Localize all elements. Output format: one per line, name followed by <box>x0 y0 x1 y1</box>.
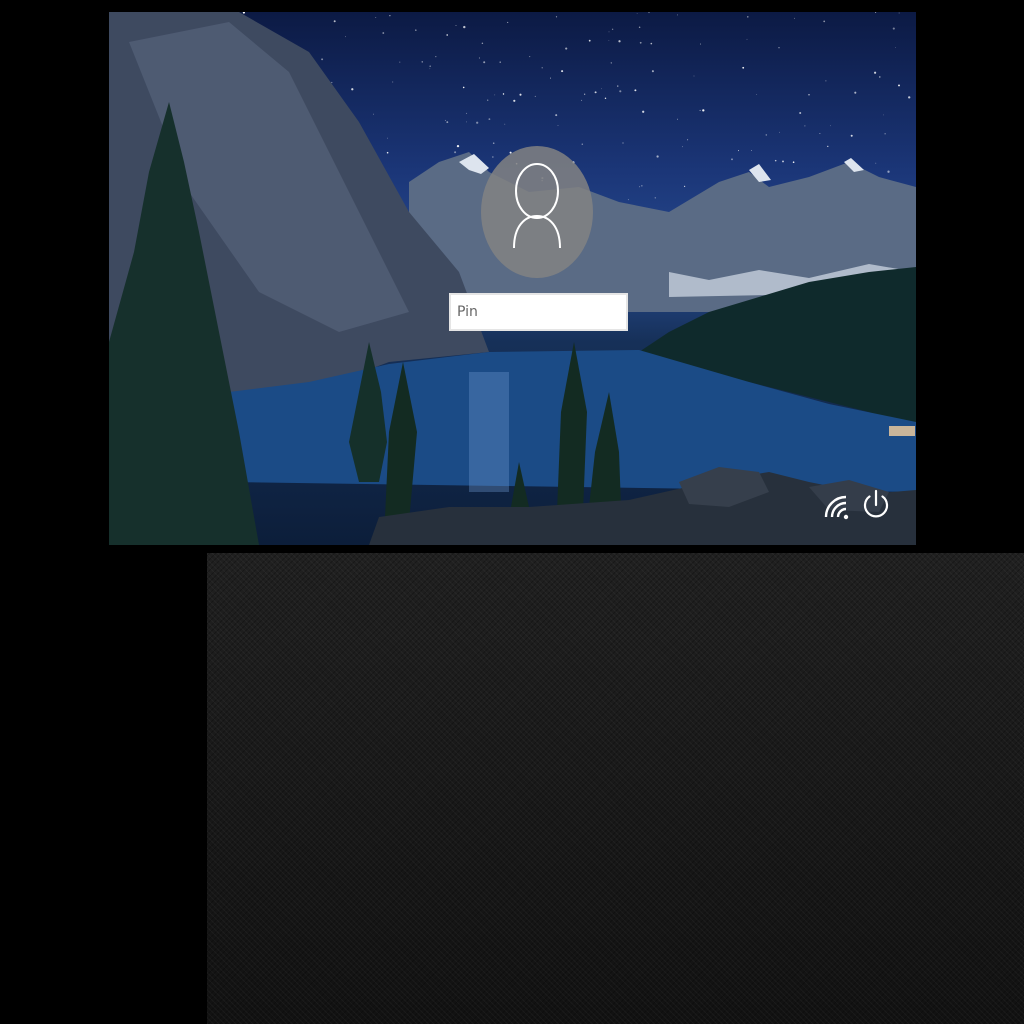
dark-panel <box>207 553 1024 1024</box>
mountain-lake-wallpaper <box>109 12 916 545</box>
pin-input[interactable] <box>449 293 628 331</box>
lock-screen <box>109 12 916 545</box>
power-button[interactable] <box>860 486 892 522</box>
user-avatar <box>481 146 593 278</box>
network-icon <box>824 495 849 520</box>
power-icon <box>863 489 889 518</box>
user-avatar-icon <box>513 163 561 249</box>
network-button[interactable] <box>819 486 851 522</box>
